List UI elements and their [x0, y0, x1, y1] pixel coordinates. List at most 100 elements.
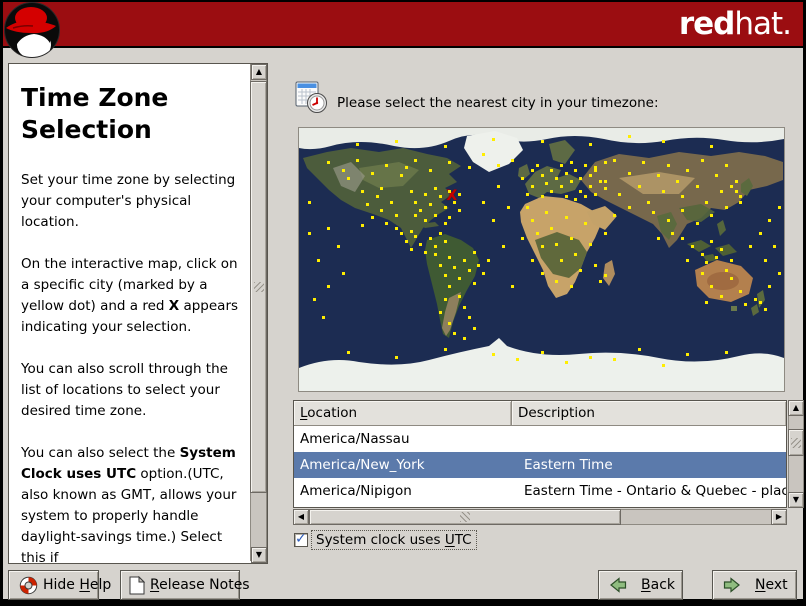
city-dot[interactable]	[414, 213, 418, 217]
help-scroll-down-arrow-icon[interactable]: ▼	[251, 547, 267, 563]
city-dot[interactable]	[589, 242, 592, 246]
release-notes-button[interactable]: Release Notes	[120, 570, 250, 600]
city-dot[interactable]	[627, 205, 631, 209]
city-dot[interactable]	[424, 219, 428, 223]
city-dot[interactable]	[496, 184, 500, 188]
city-dot[interactable]	[414, 158, 418, 162]
city-dot[interactable]	[545, 182, 549, 186]
city-dot[interactable]	[506, 205, 510, 209]
city-dot[interactable]	[438, 195, 442, 199]
city-dot[interactable]	[462, 337, 466, 341]
city-dot[interactable]	[409, 247, 413, 251]
city-dot[interactable]	[710, 213, 714, 217]
city-dot[interactable]	[559, 184, 563, 188]
city-dot[interactable]	[448, 161, 452, 165]
city-dot[interactable]	[705, 261, 709, 265]
city-dot[interactable]	[453, 266, 457, 270]
city-dot[interactable]	[365, 203, 369, 207]
city-dot[interactable]	[443, 145, 447, 149]
city-dot[interactable]	[729, 258, 733, 262]
city-dot[interactable]	[516, 358, 520, 362]
city-dot[interactable]	[564, 171, 568, 175]
city-dot[interactable]	[671, 232, 675, 236]
city-dot[interactable]	[613, 158, 617, 162]
table-vscrollbar-thumb[interactable]	[788, 429, 804, 456]
city-dot[interactable]	[492, 137, 495, 141]
city-dot[interactable]	[627, 134, 631, 138]
back-button[interactable]: Back	[598, 570, 683, 600]
city-dot[interactable]	[681, 208, 685, 212]
city-dot[interactable]	[472, 250, 476, 254]
city-dot[interactable]	[424, 250, 428, 254]
city-dot[interactable]	[438, 311, 442, 315]
city-dot[interactable]	[545, 211, 549, 215]
world-map[interactable]: X	[298, 127, 785, 392]
city-dot[interactable]	[467, 166, 471, 170]
city-dot[interactable]	[579, 269, 583, 273]
city-dot[interactable]	[409, 190, 413, 194]
city-dot[interactable]	[710, 284, 714, 288]
city-dot[interactable]	[593, 192, 597, 196]
city-dot[interactable]	[569, 284, 573, 288]
city-dot[interactable]	[603, 232, 607, 236]
city-dot[interactable]	[584, 221, 588, 225]
city-dot[interactable]	[724, 350, 728, 354]
city-dot[interactable]	[433, 187, 437, 191]
city-dot[interactable]	[428, 203, 432, 207]
city-dot[interactable]	[763, 258, 767, 262]
city-dot[interactable]	[686, 353, 689, 357]
city-dot[interactable]	[589, 174, 592, 178]
city-dot[interactable]	[540, 174, 544, 178]
city-dot[interactable]	[681, 195, 685, 199]
city-dot[interactable]	[569, 161, 573, 165]
city-dot[interactable]	[652, 211, 656, 215]
city-dot[interactable]	[603, 179, 607, 183]
city-dot[interactable]	[361, 224, 365, 228]
city-dot[interactable]	[443, 221, 447, 225]
city-dot[interactable]	[690, 245, 694, 249]
city-dot[interactable]	[370, 171, 374, 175]
city-dot[interactable]	[341, 271, 345, 275]
city-dot[interactable]	[521, 176, 525, 180]
city-dot[interactable]	[584, 195, 588, 199]
city-dot[interactable]	[710, 240, 714, 244]
city-dot[interactable]	[642, 161, 646, 165]
city-dot[interactable]	[453, 200, 457, 204]
city-dot[interactable]	[555, 242, 559, 246]
table-scroll-up-arrow-icon[interactable]: ▲	[788, 400, 804, 416]
city-dot[interactable]	[511, 158, 515, 162]
city-dot[interactable]	[564, 195, 568, 199]
city-dot[interactable]	[686, 169, 689, 173]
city-dot[interactable]	[637, 347, 641, 351]
city-dot[interactable]	[569, 237, 573, 241]
city-dot[interactable]	[458, 208, 462, 212]
city-dot[interactable]	[686, 258, 689, 262]
city-dot[interactable]	[593, 166, 597, 170]
city-dot[interactable]	[472, 326, 476, 330]
table-scroll-right-arrow-icon[interactable]: ▶	[771, 509, 787, 525]
city-dot[interactable]	[540, 245, 544, 249]
table-row[interactable]: America/Nipigon Eastern Time - Ontario &…	[294, 478, 786, 504]
city-dot[interactable]	[589, 142, 592, 146]
city-dot[interactable]	[404, 166, 408, 170]
city-dot[interactable]	[458, 295, 462, 299]
utc-checkbox[interactable]: ✓	[294, 531, 308, 547]
column-header-description[interactable]: Description	[512, 401, 786, 426]
city-dot[interactable]	[312, 297, 316, 301]
city-dot[interactable]	[530, 184, 534, 188]
city-dot[interactable]	[661, 190, 665, 194]
city-dot[interactable]	[569, 179, 573, 183]
city-dot[interactable]	[555, 176, 559, 180]
city-dot[interactable]	[380, 187, 384, 191]
city-dot[interactable]	[676, 179, 680, 183]
city-dot[interactable]	[428, 169, 432, 173]
city-dot[interactable]	[564, 361, 568, 365]
hide-help-button[interactable]: Hide Help	[8, 570, 111, 600]
city-dot[interactable]	[395, 140, 398, 144]
city-dot[interactable]	[719, 247, 723, 251]
city-dot[interactable]	[758, 232, 762, 236]
city-dot[interactable]	[540, 195, 544, 199]
city-dot[interactable]	[598, 279, 602, 283]
city-dot[interactable]	[613, 213, 617, 217]
table-row-selected[interactable]: America/New_York Eastern Time	[294, 452, 786, 478]
